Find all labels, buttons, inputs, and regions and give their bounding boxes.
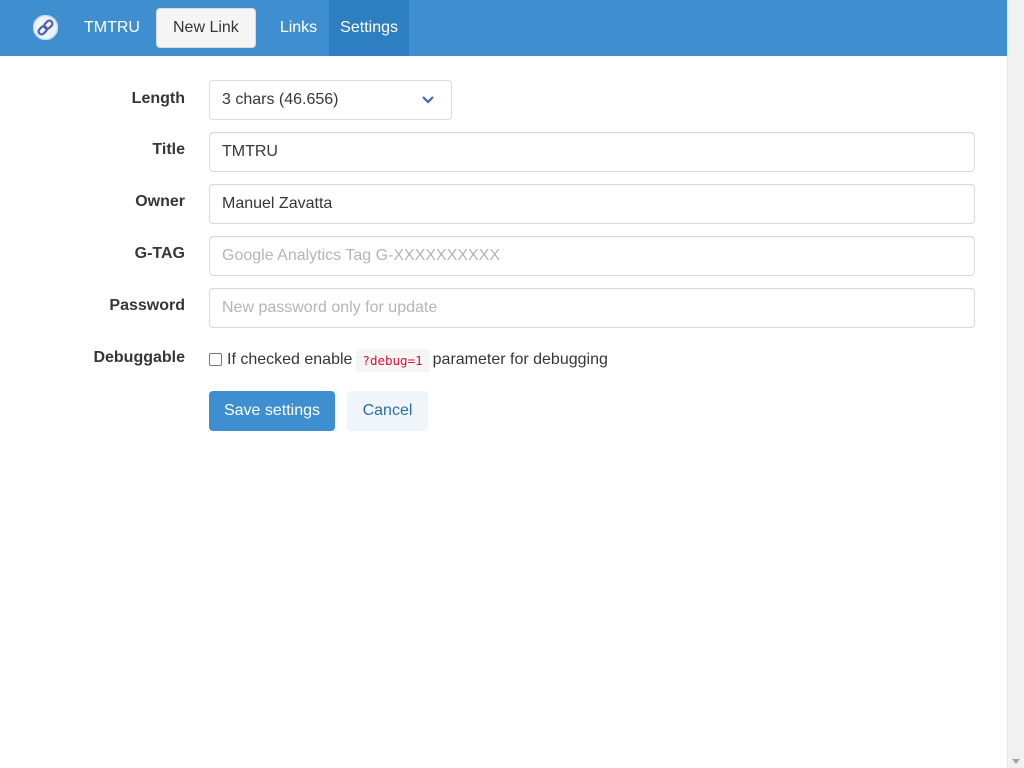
nav-item-settings[interactable]: Settings bbox=[329, 0, 409, 56]
new-link-button[interactable]: New Link bbox=[156, 8, 256, 48]
debuggable-text-after: parameter for debugging bbox=[432, 351, 608, 368]
gtag-row: G-TAG bbox=[0, 236, 1007, 276]
nav-item-links[interactable]: Links bbox=[268, 0, 329, 56]
actions-row: Save settings Cancel bbox=[0, 391, 1007, 431]
owner-row: Owner bbox=[0, 184, 1007, 224]
debuggable-checkbox-label[interactable]: If checked enable ?debug=1 parameter for… bbox=[209, 340, 608, 380]
chevron-down-icon bbox=[422, 96, 434, 104]
debuggable-text-before: If checked enable bbox=[227, 351, 353, 368]
password-row: Password bbox=[0, 288, 1007, 328]
gtag-label: G-TAG bbox=[134, 245, 185, 262]
nav-brand[interactable]: TMTRU bbox=[84, 0, 156, 56]
nav-new-link-wrap: New Link bbox=[156, 0, 268, 56]
debuggable-checkbox[interactable] bbox=[209, 352, 222, 366]
length-row: Length 3 chars (46.656) bbox=[0, 80, 1007, 120]
debug-param-code: ?debug=1 bbox=[356, 348, 429, 372]
length-select-value: 3 chars (46.656) bbox=[222, 91, 339, 108]
length-label: Length bbox=[131, 90, 185, 107]
password-input[interactable] bbox=[209, 288, 975, 328]
vertical-scrollbar[interactable] bbox=[1007, 0, 1024, 768]
debuggable-label: Debuggable bbox=[93, 349, 185, 366]
owner-label: Owner bbox=[135, 193, 185, 210]
owner-input[interactable] bbox=[209, 184, 975, 224]
save-settings-button[interactable]: Save settings bbox=[209, 391, 335, 431]
cancel-button[interactable]: Cancel bbox=[347, 391, 428, 431]
title-input[interactable] bbox=[209, 132, 975, 172]
page: TMTRU New Link Links Settings Length 3 c… bbox=[0, 0, 1007, 768]
title-row: Title bbox=[0, 132, 1007, 172]
debuggable-row: Debuggable If checked enable ?debug=1 pa… bbox=[0, 340, 1007, 380]
app-logo[interactable] bbox=[0, 0, 88, 56]
gtag-input[interactable] bbox=[209, 236, 975, 276]
title-label: Title bbox=[152, 141, 185, 158]
password-label: Password bbox=[109, 297, 185, 314]
scroll-down-arrow-icon[interactable] bbox=[1012, 759, 1020, 764]
link-logo-icon bbox=[33, 15, 58, 40]
length-select[interactable]: 3 chars (46.656) bbox=[209, 80, 452, 120]
top-navbar: TMTRU New Link Links Settings bbox=[0, 0, 1007, 56]
